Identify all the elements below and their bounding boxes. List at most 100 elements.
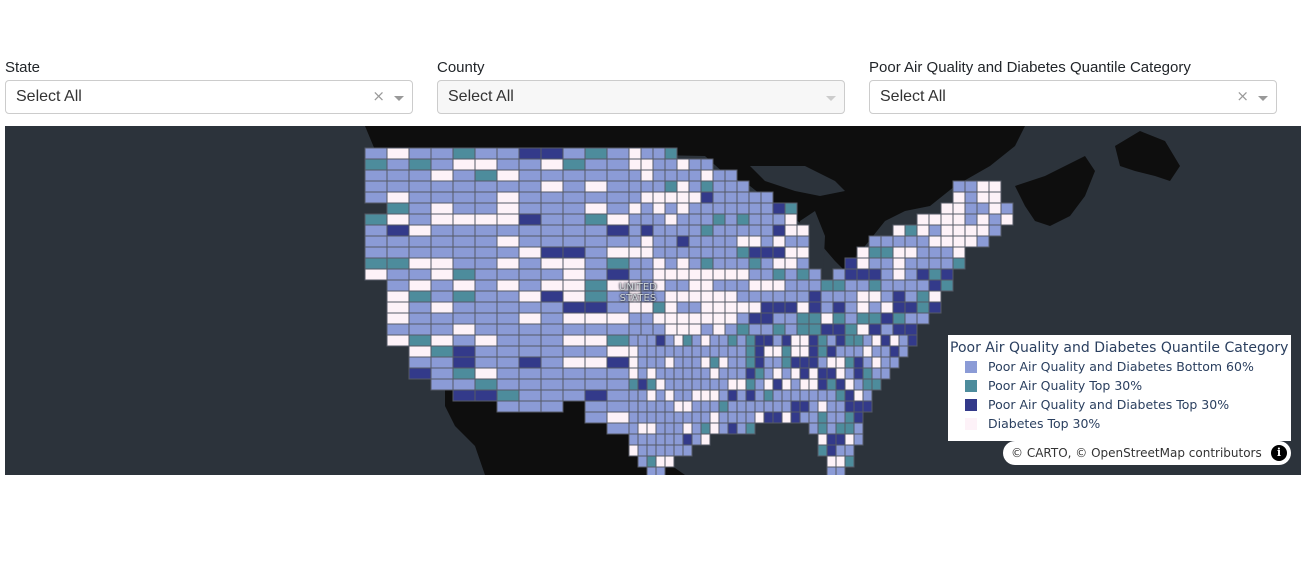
county-polygon[interactable] bbox=[652, 235, 666, 248]
county-polygon[interactable] bbox=[408, 257, 432, 270]
county-polygon[interactable] bbox=[364, 169, 388, 182]
county-polygon[interactable] bbox=[835, 378, 846, 391]
county-polygon[interactable] bbox=[430, 202, 454, 215]
county-polygon[interactable] bbox=[562, 389, 586, 402]
county-polygon[interactable] bbox=[452, 378, 476, 391]
county-polygon[interactable] bbox=[518, 213, 542, 226]
county-polygon[interactable] bbox=[518, 389, 542, 402]
county-polygon[interactable] bbox=[727, 400, 738, 413]
county-polygon[interactable] bbox=[640, 158, 654, 171]
county-polygon[interactable] bbox=[452, 191, 476, 204]
county-polygon[interactable] bbox=[712, 268, 726, 281]
county-polygon[interactable] bbox=[940, 202, 954, 215]
county-polygon[interactable] bbox=[817, 367, 828, 380]
county-polygon[interactable] bbox=[562, 202, 586, 215]
county-polygon[interactable] bbox=[796, 257, 810, 270]
county-polygon[interactable] bbox=[904, 279, 918, 292]
county-polygon[interactable] bbox=[540, 290, 564, 303]
county-polygon[interactable] bbox=[364, 158, 388, 171]
county-polygon[interactable] bbox=[386, 334, 410, 347]
county-polygon[interactable] bbox=[562, 290, 586, 303]
county-polygon[interactable] bbox=[408, 180, 432, 193]
county-polygon[interactable] bbox=[727, 389, 738, 402]
county-polygon[interactable] bbox=[676, 213, 690, 226]
county-polygon[interactable] bbox=[784, 246, 798, 259]
county-polygon[interactable] bbox=[496, 323, 520, 336]
county-polygon[interactable] bbox=[430, 235, 454, 248]
county-polygon[interactable] bbox=[760, 257, 774, 270]
county-polygon[interactable] bbox=[688, 301, 702, 314]
county-polygon[interactable] bbox=[646, 433, 657, 446]
county-polygon[interactable] bbox=[430, 213, 454, 226]
county-polygon[interactable] bbox=[790, 378, 801, 391]
county-polygon[interactable] bbox=[518, 246, 542, 259]
county-polygon[interactable] bbox=[940, 257, 954, 270]
county-polygon[interactable] bbox=[664, 268, 678, 281]
county-polygon[interactable] bbox=[628, 389, 639, 402]
county-polygon[interactable] bbox=[688, 323, 702, 336]
county-polygon[interactable] bbox=[760, 235, 774, 248]
county-polygon[interactable] bbox=[452, 224, 476, 237]
county-polygon[interactable] bbox=[474, 345, 498, 358]
county-polygon[interactable] bbox=[682, 334, 693, 347]
county-polygon[interactable] bbox=[562, 257, 586, 270]
county-polygon[interactable] bbox=[892, 323, 906, 336]
county-polygon[interactable] bbox=[892, 224, 906, 237]
county-polygon[interactable] bbox=[408, 334, 432, 347]
county-polygon[interactable] bbox=[452, 235, 476, 248]
county-polygon[interactable] bbox=[736, 202, 750, 215]
county-polygon[interactable] bbox=[817, 356, 828, 369]
county-polygon[interactable] bbox=[817, 422, 828, 435]
county-polygon[interactable] bbox=[584, 279, 608, 292]
county-polygon[interactable] bbox=[408, 147, 432, 160]
county-polygon[interactable] bbox=[781, 400, 792, 413]
county-polygon[interactable] bbox=[386, 268, 410, 281]
county-polygon[interactable] bbox=[637, 367, 648, 380]
county-polygon[interactable] bbox=[637, 378, 648, 391]
county-polygon[interactable] bbox=[727, 422, 738, 435]
county-polygon[interactable] bbox=[988, 213, 1002, 226]
county-polygon[interactable] bbox=[496, 279, 520, 292]
county-polygon[interactable] bbox=[496, 268, 520, 281]
county-polygon[interactable] bbox=[916, 235, 930, 248]
county-polygon[interactable] bbox=[736, 180, 750, 193]
county-polygon[interactable] bbox=[386, 235, 410, 248]
county-polygon[interactable] bbox=[808, 356, 819, 369]
county-polygon[interactable] bbox=[748, 246, 762, 259]
county-polygon[interactable] bbox=[712, 312, 726, 325]
county-polygon[interactable] bbox=[682, 400, 693, 413]
county-polygon[interactable] bbox=[518, 169, 542, 182]
county-polygon[interactable] bbox=[682, 345, 693, 358]
county-polygon[interactable] bbox=[562, 301, 586, 314]
county-polygon[interactable] bbox=[496, 246, 520, 259]
county-polygon[interactable] bbox=[664, 213, 678, 226]
county-polygon[interactable] bbox=[664, 422, 675, 435]
county-polygon[interactable] bbox=[664, 202, 678, 215]
county-polygon[interactable] bbox=[637, 356, 648, 369]
county-polygon[interactable] bbox=[408, 246, 432, 259]
county-polygon[interactable] bbox=[835, 422, 846, 435]
county-polygon[interactable] bbox=[540, 235, 564, 248]
county-polygon[interactable] bbox=[880, 268, 894, 281]
county-polygon[interactable] bbox=[664, 224, 678, 237]
info-icon[interactable]: i bbox=[1271, 445, 1287, 461]
county-polygon[interactable] bbox=[700, 158, 714, 171]
county-polygon[interactable] bbox=[718, 378, 729, 391]
county-polygon[interactable] bbox=[760, 323, 774, 336]
county-polygon[interactable] bbox=[928, 213, 942, 226]
county-polygon[interactable] bbox=[682, 389, 693, 402]
county-polygon[interactable] bbox=[799, 334, 810, 347]
county-polygon[interactable] bbox=[784, 312, 798, 325]
county-polygon[interactable] bbox=[781, 411, 792, 424]
county-polygon[interactable] bbox=[772, 323, 786, 336]
county-polygon[interactable] bbox=[688, 268, 702, 281]
county-polygon[interactable] bbox=[474, 268, 498, 281]
county-polygon[interactable] bbox=[640, 213, 654, 226]
county-polygon[interactable] bbox=[862, 400, 873, 413]
county-polygon[interactable] bbox=[784, 301, 798, 314]
county-polygon[interactable] bbox=[772, 345, 783, 358]
county-polygon[interactable] bbox=[817, 389, 828, 402]
county-polygon[interactable] bbox=[700, 224, 714, 237]
county-polygon[interactable] bbox=[606, 323, 630, 336]
county-polygon[interactable] bbox=[763, 389, 774, 402]
